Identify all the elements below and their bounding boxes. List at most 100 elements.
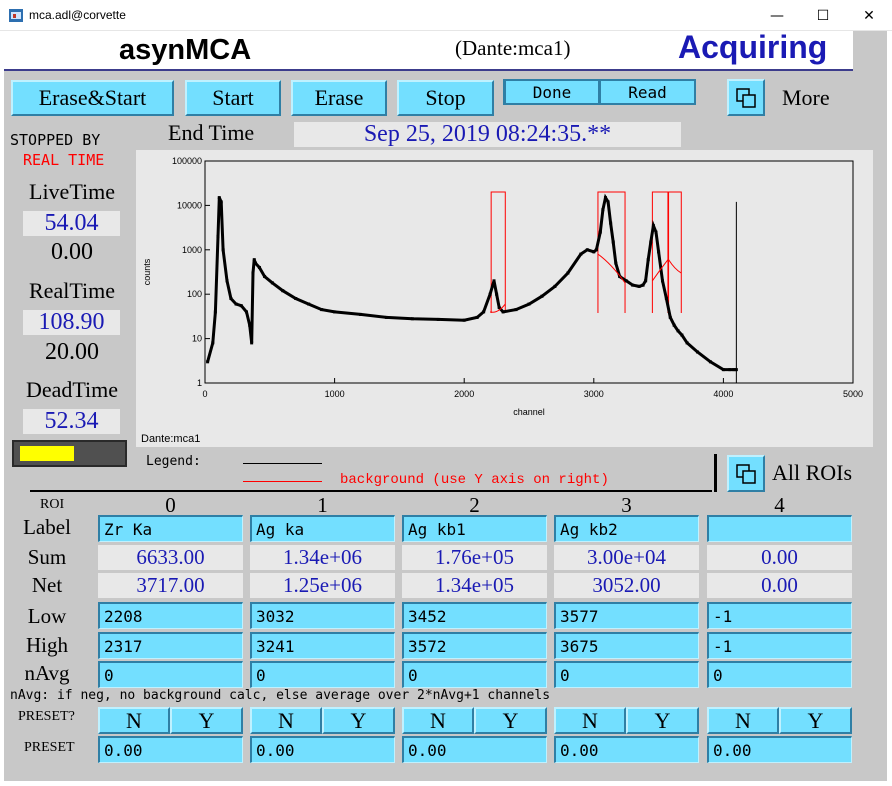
roi-preset-field[interactable]: 0.00 [250, 736, 395, 763]
roi-label-field[interactable]: Ag kb2 [554, 515, 699, 542]
stopped-reason: REAL TIME [23, 151, 105, 169]
deadtime-bar-fill [20, 446, 74, 461]
stop-button[interactable]: Stop [397, 80, 494, 116]
deadtime-bar [12, 440, 127, 467]
spectrum-point [594, 248, 598, 252]
spectrum-point [585, 248, 589, 252]
preset-no-button[interactable]: N [98, 707, 170, 734]
roi-navg-field[interactable]: 0 [250, 661, 395, 688]
y-axis-label: counts [142, 258, 152, 285]
roi-net-value: 1.25e+06 [250, 573, 395, 598]
chart-footer: Dante:mca1 [141, 433, 200, 445]
app-title: asynMCA [119, 34, 252, 66]
y-tick-label: 10 [192, 334, 202, 344]
preset-yes-button[interactable]: Y [474, 707, 547, 734]
roi-low-field[interactable]: 3452 [402, 602, 547, 629]
roi-preset-field[interactable]: 0.00 [98, 736, 243, 763]
spectrum-point [672, 323, 676, 327]
header-divider [4, 69, 853, 71]
roi-label-field[interactable]: Ag ka [250, 515, 395, 542]
minimize-button[interactable]: — [754, 0, 800, 31]
spectrum-point [281, 289, 285, 293]
roi-high-field[interactable]: -1 [707, 632, 852, 659]
spectrum-point [492, 279, 496, 283]
spectrum-point [244, 310, 248, 314]
realtime-preset: 20.00 [45, 339, 99, 365]
roi-navg-field[interactable]: 0 [98, 661, 243, 688]
spectrum-point [664, 297, 668, 301]
spectrum-point [251, 271, 255, 275]
roi-low-field[interactable]: -1 [707, 602, 852, 629]
spectrum-point [601, 208, 605, 212]
all-rois-label: All ROIs [772, 460, 853, 485]
realtime-label: RealTime [29, 278, 115, 303]
spectrum-point [263, 275, 267, 279]
preset-yes-button[interactable]: Y [322, 707, 395, 734]
close-icon: ✕ [863, 7, 875, 24]
all-rois-button[interactable] [727, 455, 765, 492]
close-button[interactable]: ✕ [846, 0, 892, 31]
preset-no-button[interactable]: N [250, 707, 322, 734]
x-tick-label: 1000 [325, 389, 345, 399]
spectrum-point [333, 310, 337, 314]
more-button[interactable] [727, 79, 765, 116]
roi-navg-field[interactable]: 0 [554, 661, 699, 688]
roi-label-field[interactable]: Ag kb1 [402, 515, 547, 542]
maximize-button[interactable]: ☐ [800, 0, 846, 31]
x-tick-label: 4000 [713, 389, 733, 399]
roi-low-field[interactable]: 3032 [250, 602, 395, 629]
spectrum-point [436, 317, 440, 321]
preset-yes-button[interactable]: Y [170, 707, 243, 734]
net-row-label: Net [31, 573, 63, 597]
preset-yes-button[interactable]: Y [779, 707, 852, 734]
roi-preset-field[interactable]: 0.00 [707, 736, 852, 763]
spectrum-point [252, 258, 256, 262]
roi-high-field[interactable]: 3572 [402, 632, 547, 659]
erase-button[interactable]: Erase [291, 80, 387, 116]
end-time-value: Sep 25, 2019 08:24:35.** [294, 121, 681, 147]
spectrum-point [206, 360, 210, 364]
y-tick-label: 100 [187, 289, 202, 299]
roi-high-field[interactable]: 3241 [250, 632, 395, 659]
roi-sum-value: 1.76e+05 [402, 545, 547, 570]
acquire-status: Acquiring [678, 29, 828, 65]
roi-preset-field[interactable]: 0.00 [554, 736, 699, 763]
preset-yes-button[interactable]: Y [626, 707, 699, 734]
roi-label-field[interactable] [707, 515, 852, 542]
windows-icon [736, 463, 756, 484]
erase-start-button[interactable]: Erase&Start [11, 80, 174, 116]
roi-high-field[interactable]: 3675 [554, 632, 699, 659]
roi-label-field[interactable]: Zr Ka [98, 515, 243, 542]
low-row-label: Low [27, 604, 67, 628]
spectrum-chart: 0 1000 2000 3000 4000 5000 1 10 100 1000 10000 1000… [136, 150, 873, 447]
spectrum-point [225, 279, 229, 283]
spectrum-point [514, 308, 518, 312]
spectrum-point [540, 294, 544, 298]
spectrum-point [248, 323, 252, 327]
spectrum-point [219, 200, 223, 204]
preset-no-button[interactable]: N [554, 707, 626, 734]
preset-no-button[interactable]: N [707, 707, 779, 734]
roi-navg-field[interactable]: 0 [707, 661, 852, 688]
preset-no-button[interactable]: N [402, 707, 474, 734]
roi-high-field[interactable]: 2317 [98, 632, 243, 659]
spectrum-point [609, 221, 613, 225]
spectrum-point [598, 230, 602, 234]
spectrum-point [475, 315, 479, 319]
spectrum-point [695, 350, 699, 354]
roi-preset-field[interactable]: 0.00 [402, 736, 547, 763]
spectrum-point [527, 302, 531, 306]
start-button[interactable]: Start [185, 80, 281, 116]
spectrum-point [660, 279, 664, 283]
legend-line-background [243, 481, 322, 482]
roi-navg-field[interactable]: 0 [402, 661, 547, 688]
y-tick-label: 100000 [172, 156, 202, 166]
roi-low-field[interactable]: 2208 [98, 602, 243, 629]
spectrum-point [359, 312, 363, 316]
roi-low-field[interactable]: 3577 [554, 602, 699, 629]
spectrum-point [641, 283, 645, 287]
read-indicator[interactable]: Read [601, 81, 694, 103]
spectrum-point [270, 281, 274, 285]
spectrum-point [213, 310, 217, 314]
spectrum-point [676, 329, 680, 333]
